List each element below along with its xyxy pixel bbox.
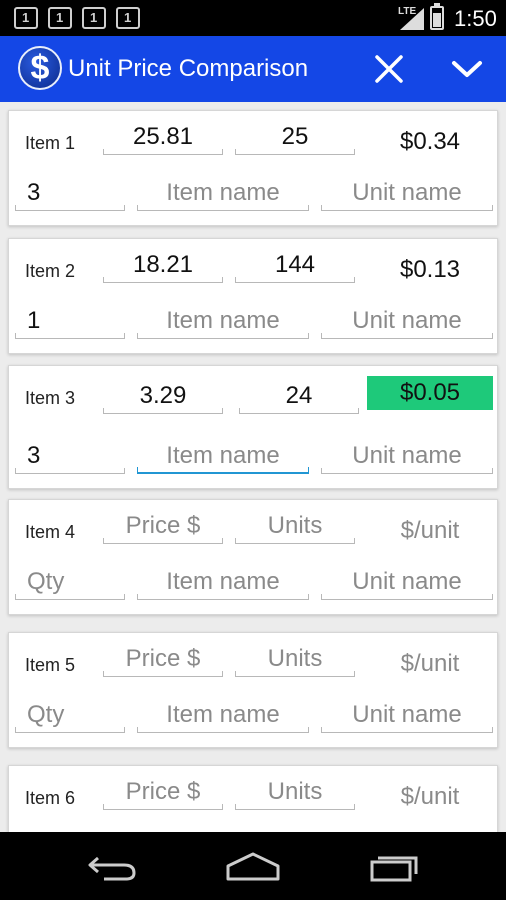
home-icon (226, 852, 280, 881)
recent-apps-icon (370, 856, 418, 882)
item-name-input[interactable]: Item name (137, 177, 309, 211)
home-button[interactable] (224, 848, 282, 884)
unit-name-input[interactable]: Unit name (321, 305, 493, 339)
signal-icon (400, 8, 424, 30)
status-bar: 1 1 1 1 LTE 1:50 (0, 0, 506, 36)
dollar-logo-icon: $ (18, 46, 62, 90)
item-card: Item 4 Price $ Units $/unit Qty Item nam… (8, 499, 498, 615)
item-name-input[interactable]: Item name (137, 305, 309, 339)
battery-icon (430, 3, 444, 30)
app-title: Unit Price Comparison (68, 55, 309, 82)
units-input[interactable]: Units (235, 776, 355, 810)
best-unit-price-value: $0.05 (367, 376, 493, 410)
price-input[interactable]: Price $ (103, 510, 223, 544)
price-input[interactable]: Price $ (103, 776, 223, 810)
unit-price-value: $0.13 (399, 256, 461, 283)
back-icon (88, 856, 136, 881)
item-card: Item 3 3.29 24 $0.05 3 Item name Unit na… (8, 365, 498, 489)
units-input[interactable]: 144 (235, 249, 355, 283)
item-card: Item 1 25.81 25 $0.34 3 Item name Unit n… (8, 110, 498, 226)
item-label: Item 5 (25, 655, 76, 675)
unit-name-input[interactable]: Unit name (321, 440, 493, 474)
back-button[interactable] (84, 848, 142, 884)
item-label: Item 2 (25, 261, 76, 281)
unit-name-input[interactable]: Unit name (321, 177, 493, 211)
notification-icon: 1 (48, 7, 72, 29)
item-list[interactable]: Item 1 25.81 25 $0.34 3 Item name Unit n… (0, 102, 506, 832)
unit-name-input[interactable]: Unit name (321, 699, 493, 733)
units-input[interactable]: 25 (235, 121, 355, 155)
action-bar: $ Unit Price Comparison (0, 36, 506, 102)
item-label: Item 3 (25, 388, 76, 408)
item-name-input[interactable]: Item name (137, 566, 309, 600)
chevron-down-icon (452, 61, 482, 77)
notification-icon: 1 (14, 7, 38, 29)
unit-price-value: $0.34 (399, 128, 461, 155)
navigation-bar (0, 832, 506, 900)
price-input[interactable]: 25.81 (103, 121, 223, 155)
clock: 1:50 (454, 6, 497, 31)
qty-input[interactable]: Qty (15, 566, 125, 600)
units-input[interactable]: Units (235, 510, 355, 544)
item-label: Item 6 (25, 788, 76, 808)
qty-input[interactable]: Qty (15, 699, 125, 733)
units-input[interactable]: 24 (239, 380, 359, 414)
unit-price-value: $/unit (400, 517, 460, 544)
notification-icon: 1 (116, 7, 140, 29)
qty-input[interactable]: 1 (15, 305, 125, 339)
item-card: Item 5 Price $ Units $/unit Qty Item nam… (8, 632, 498, 748)
price-input[interactable]: 18.21 (103, 249, 223, 283)
clear-button[interactable] (372, 52, 406, 86)
item-name-input[interactable]: Item name (137, 440, 309, 474)
item-card: Item 2 18.21 144 $0.13 1 Item name Unit … (8, 238, 498, 354)
qty-input[interactable]: 3 (15, 177, 125, 211)
item-card: Item 6 Price $ Units $/unit (8, 765, 498, 832)
recent-apps-button[interactable] (366, 848, 424, 884)
overflow-menu-button[interactable] (448, 54, 486, 84)
unit-price-value: $/unit (400, 783, 460, 810)
item-label: Item 4 (25, 522, 76, 542)
unit-price-value: $/unit (400, 650, 460, 677)
qty-input[interactable]: 3 (15, 440, 125, 474)
units-input[interactable]: Units (235, 643, 355, 677)
item-label: Item 1 (25, 133, 76, 153)
item-name-input[interactable]: Item name (137, 699, 309, 733)
close-icon (375, 55, 403, 83)
price-input[interactable]: 3.29 (103, 380, 223, 414)
unit-name-input[interactable]: Unit name (321, 566, 493, 600)
notification-icon: 1 (82, 7, 106, 29)
price-input[interactable]: Price $ (103, 643, 223, 677)
